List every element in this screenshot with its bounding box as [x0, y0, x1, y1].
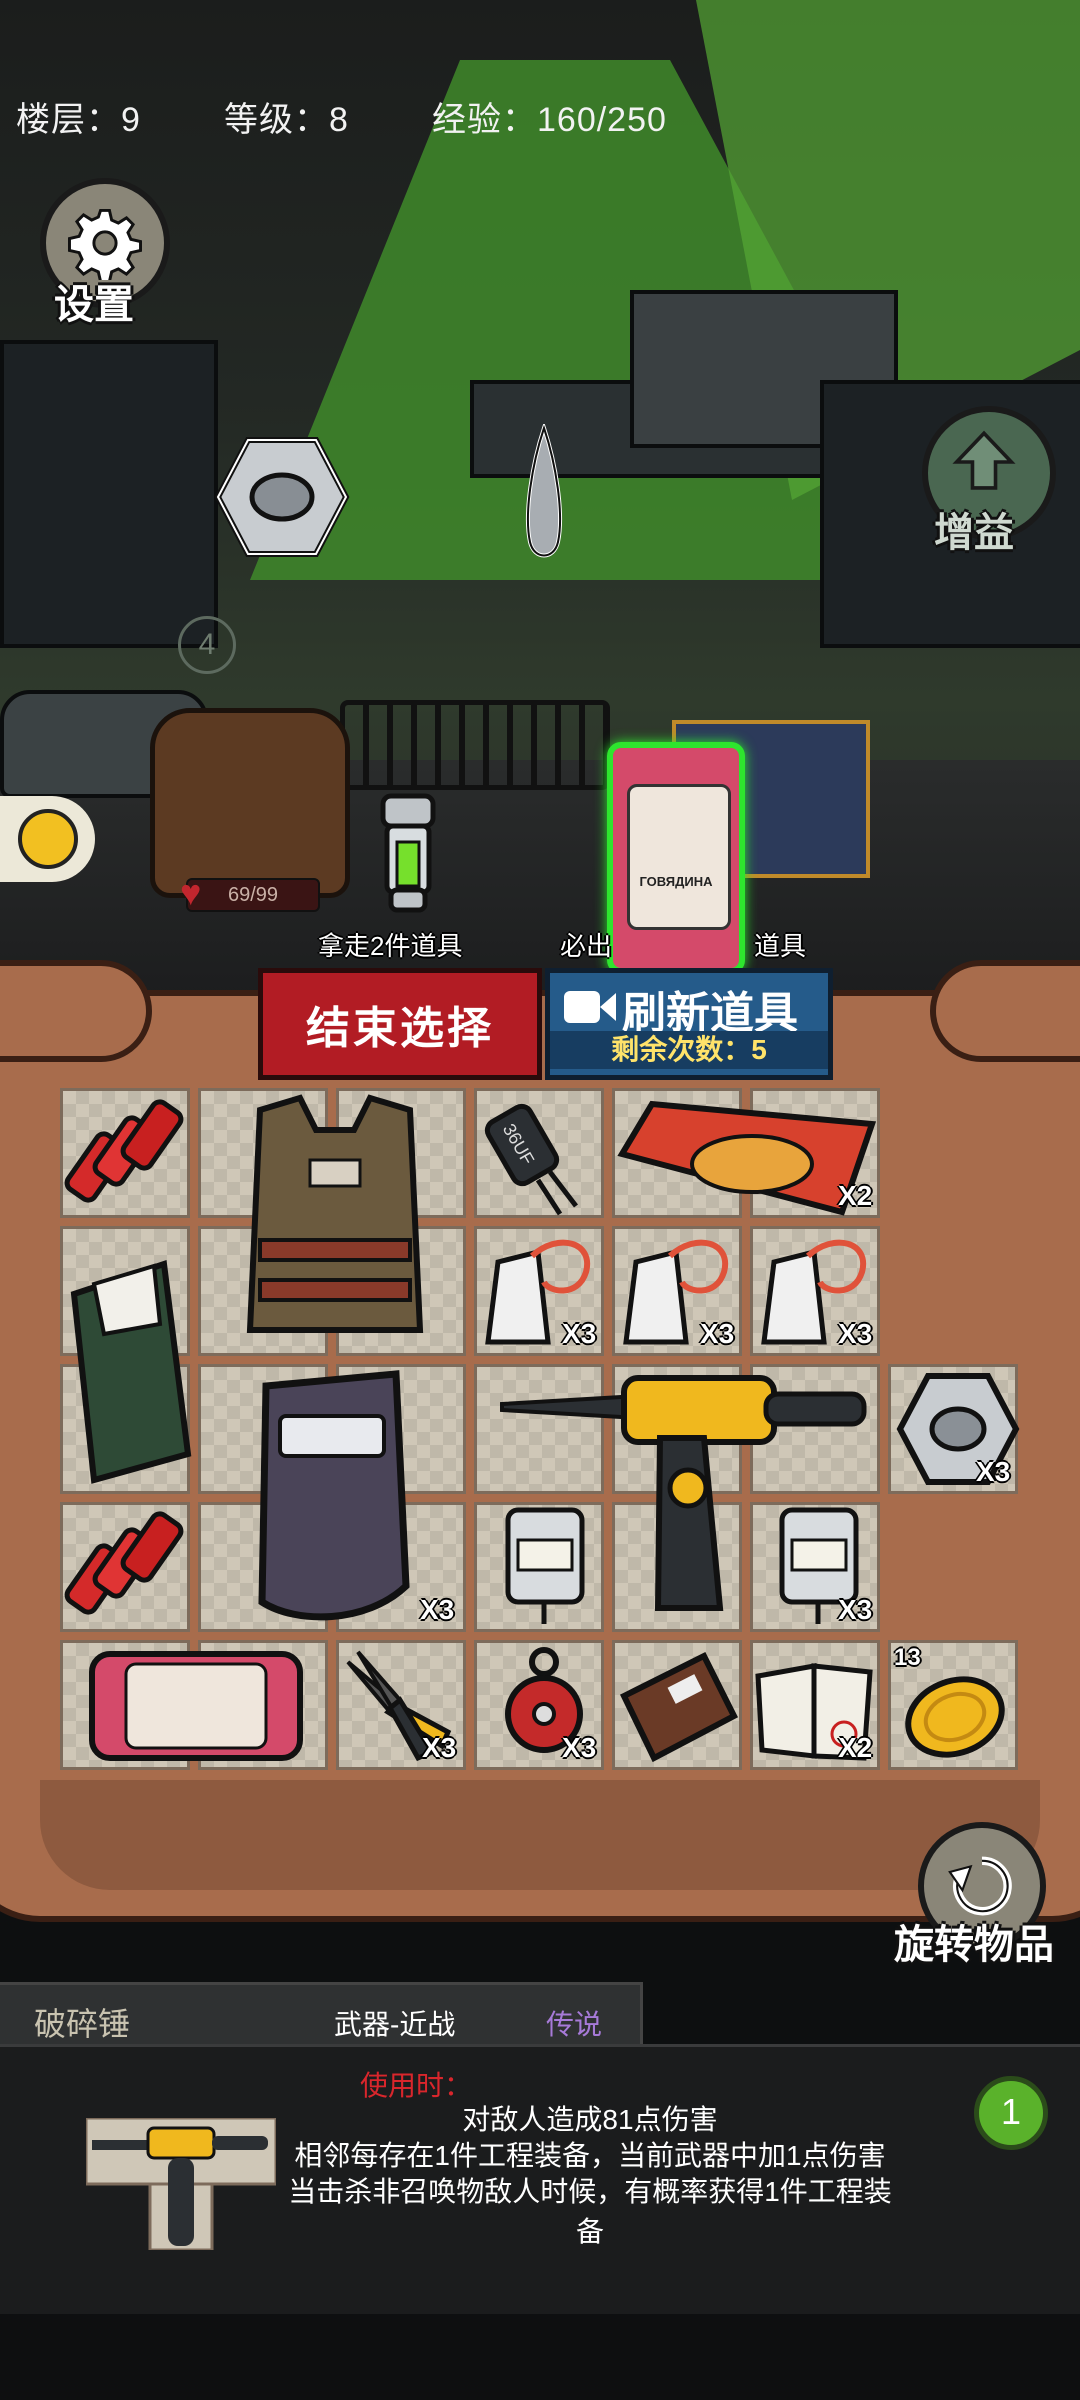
hp-bar: 69/99: [186, 878, 320, 912]
must-drop-caption-left: 必出: [560, 931, 613, 961]
level-stat: 等级：8: [224, 101, 349, 139]
notebook-icon[interactable]: [614, 1646, 740, 1766]
floor-stat: 楼层：9: [16, 101, 141, 139]
dynamite-icon[interactable]: [62, 1506, 188, 1626]
gear-icon: [68, 208, 142, 280]
tag3-qty: X3: [838, 1318, 873, 1349]
pulley-qty: X3: [562, 1732, 597, 1763]
beef-can-icon[interactable]: [86, 1646, 306, 1766]
backpack-character[interactable]: [150, 708, 350, 898]
item-info-header: 破碎锤 武器-近战 传说: [0, 1982, 643, 2047]
take-items-caption: 拿走2件道具: [318, 931, 463, 961]
bottom-bar: [0, 2314, 1080, 2400]
can-label-panel: [627, 784, 731, 930]
meter-qty: X3: [838, 1594, 873, 1625]
fence: [340, 700, 610, 790]
item-category: 武器-近战: [334, 2009, 456, 2040]
rotate-icon: [948, 1856, 1012, 1916]
item-name: 破碎锤: [34, 2006, 131, 2042]
pliers-qty: X3: [422, 1732, 457, 1763]
settings-label: 设置: [54, 283, 134, 327]
arrow-up-icon: [952, 430, 1016, 490]
building: [0, 340, 218, 648]
green-canister-item[interactable]: [373, 790, 443, 920]
bag-ear: [0, 960, 152, 1062]
tactical-vest-icon[interactable]: [220, 1090, 450, 1356]
must-drop-caption-right: 道具: [754, 931, 807, 961]
tag1-qty: X3: [562, 1318, 597, 1349]
noodles-qty: X2: [838, 1180, 873, 1211]
beef-can-offer-item[interactable]: ГОВЯДИНА: [607, 742, 745, 974]
enemy-level-badge: 4: [178, 616, 236, 674]
effect-line-2: 相邻每存在1件工程装备，当前武器中加1点伤害: [294, 2140, 886, 2171]
hex-nut-icon[interactable]: [214, 434, 350, 560]
bag-ear: [930, 960, 1080, 1062]
dynamite-icon[interactable]: [62, 1094, 188, 1214]
side-emoji-button[interactable]: [0, 796, 95, 882]
fertilizer-bag-icon[interactable]: [64, 1254, 194, 1486]
video-icon: [564, 991, 616, 1023]
multimeter-icon[interactable]: [500, 1504, 590, 1630]
refresh-remaining: 剩余次数：5: [550, 1031, 828, 1069]
shield-qty: X3: [420, 1594, 455, 1625]
spike-icon[interactable]: [516, 424, 572, 564]
breaker-hammer-preview-icon: [86, 2118, 276, 2250]
refresh-items-button[interactable]: 刷新道具 剩余次数：5: [545, 968, 833, 1080]
smiley-icon: [17, 809, 78, 869]
heart-icon: ♥: [180, 872, 202, 913]
game-screen: 楼层：9 等级：8 经验：160/250 设置 增益 4 69/99 ♥ ГОВ…: [0, 0, 1080, 2400]
exp-stat: 经验：160/250: [432, 101, 667, 139]
effect-line-3: 当击杀非召唤物敌人时候，有概率获得1件工程装备: [288, 2176, 892, 2247]
end-selection-button[interactable]: 结束选择: [258, 968, 542, 1080]
effect-line-1: 对敌人造成81点伤害: [462, 2104, 718, 2135]
paper-qty: X2: [838, 1732, 873, 1763]
can-label-text: ГОВЯДИНА: [639, 874, 713, 889]
bag-bottom: [40, 1780, 1040, 1890]
item-rarity: 传说: [546, 2009, 603, 2040]
riot-shield-icon[interactable]: [246, 1366, 416, 1628]
rotate-label: 旋转物品: [894, 1923, 1054, 1967]
boost-label: 增益: [934, 511, 1014, 555]
coin-count: 13: [894, 1644, 921, 1671]
tag2-qty: X3: [700, 1318, 735, 1349]
nut-qty: X3: [976, 1456, 1011, 1487]
item-level-badge: 1: [974, 2076, 1048, 2150]
gold-coin-icon[interactable]: [900, 1672, 1010, 1762]
